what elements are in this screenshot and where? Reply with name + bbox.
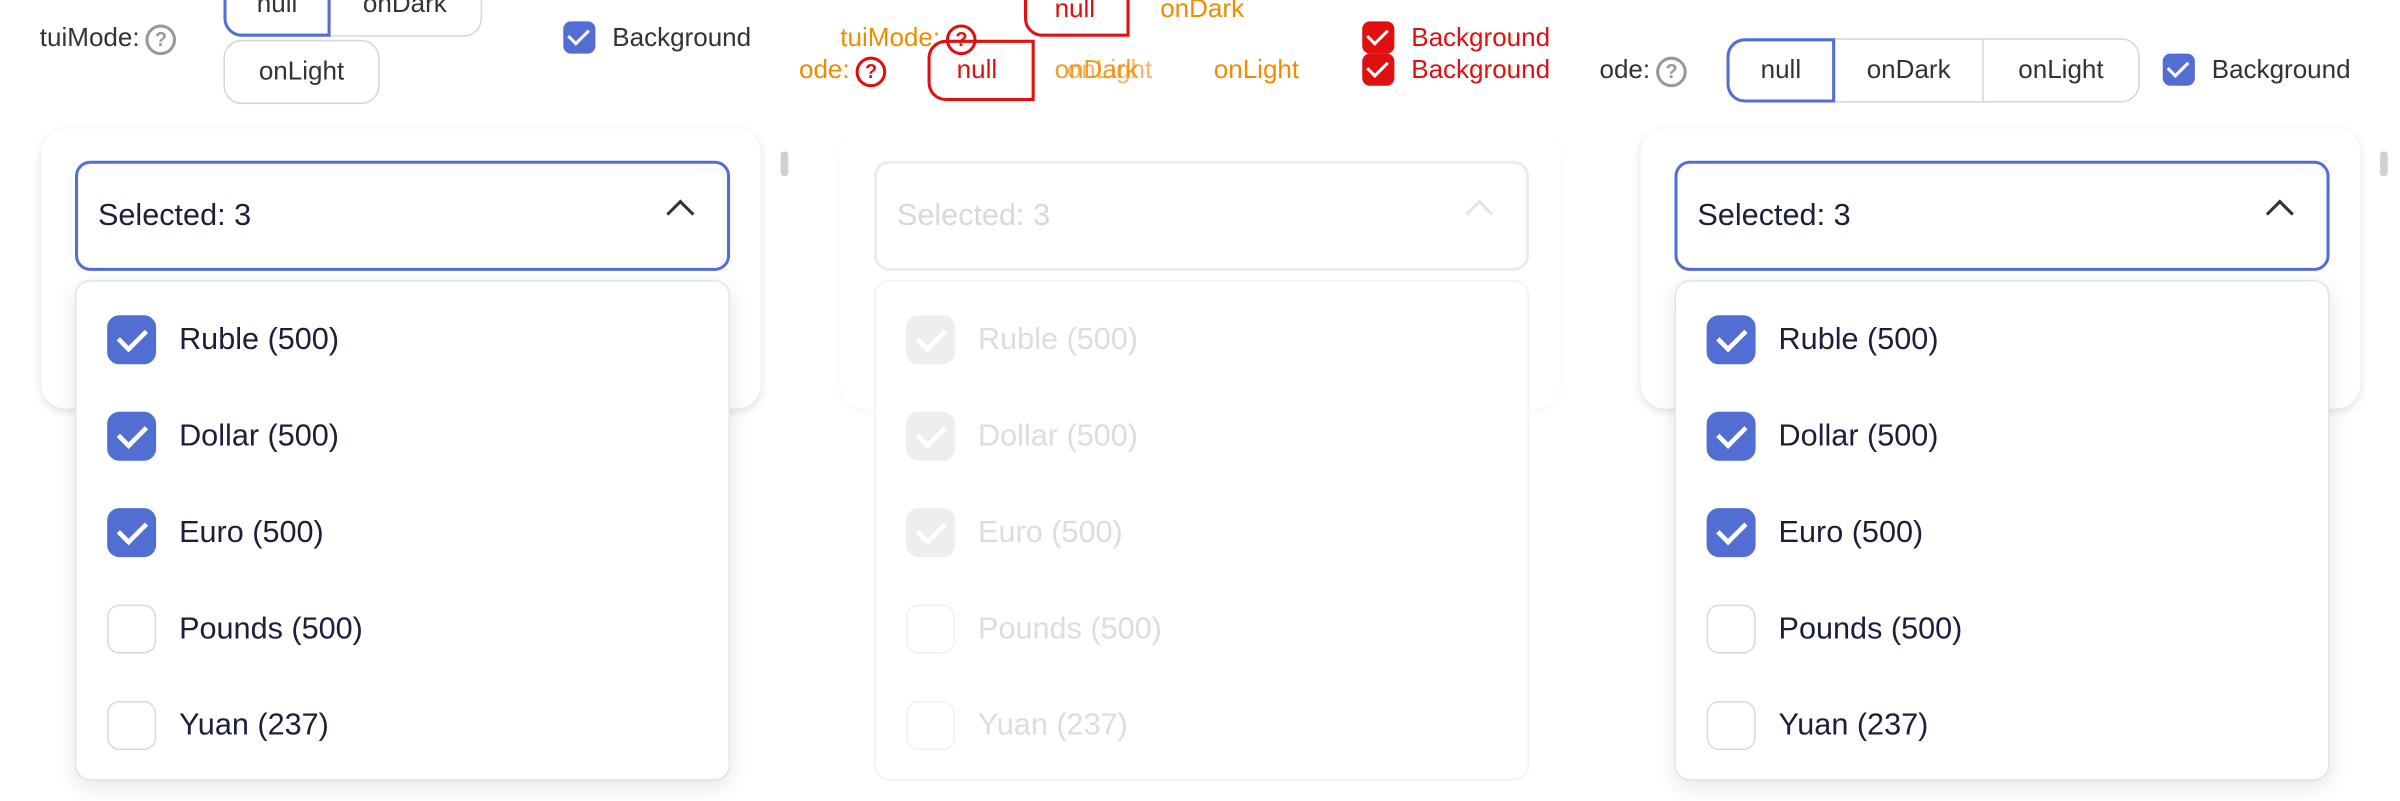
scrollbar-thumb-right[interactable] [2380, 151, 2388, 177]
mode-option-onlight[interactable]: onLight [223, 39, 380, 105]
mode-label-text: tuiMode: [39, 22, 140, 53]
option-euro[interactable]: Euro (500) [1706, 502, 1924, 563]
overlay-background-label: Background [1411, 22, 1551, 53]
overlay-ondark-text: onDark [1160, 0, 1245, 23]
option-yuan[interactable]: Yuan (237) [906, 695, 1128, 756]
mode-option-onlight-right[interactable]: onLight [1982, 38, 2140, 103]
overlay-onlight-text[interactable]: onLight [1214, 55, 1299, 86]
option-label: Dollar (500) [978, 418, 1138, 453]
checkbox-checked-icon[interactable] [107, 315, 157, 365]
multi-select-middle[interactable]: Selected: 3 [873, 160, 1530, 271]
option-label: Euro (500) [1778, 515, 1924, 549]
option-euro[interactable]: Euro (500) [906, 502, 1123, 563]
option-label: Yuan (237) [179, 707, 329, 742]
option-label: Yuan (237) [1778, 707, 1929, 742]
help-icon[interactable]: ? [1656, 55, 1687, 87]
option-pounds[interactable]: Pounds (500) [107, 598, 363, 659]
mode-label-right-text: ode: [1599, 55, 1651, 85]
select-value: Selected: 3 [1697, 198, 1851, 232]
overlay-background-checkbox-2[interactable] [1362, 53, 1395, 86]
option-yuan[interactable]: Yuan (237) [107, 695, 329, 756]
help-icon[interactable]: ? [145, 23, 177, 55]
checkbox-unchecked-icon[interactable] [1706, 604, 1756, 654]
scene: tuiMode:? null onDark onLight Background… [0, 0, 2400, 801]
overlay-mode-label-text: tuiMode: [840, 22, 941, 53]
option-label: Ruble (500) [978, 322, 1139, 356]
overlay-mode-label-2-text: ode: [798, 55, 850, 85]
option-label: Euro (500) [978, 515, 1123, 549]
select-value: Selected: 3 [896, 198, 1051, 232]
checkbox-checked-icon[interactable] [1706, 315, 1756, 365]
option-label: Ruble (500) [1778, 322, 1939, 356]
background-label-right: Background [2211, 55, 2351, 85]
option-yuan[interactable]: Yuan (237) [1706, 695, 1929, 756]
checkbox-checked-icon[interactable] [107, 508, 157, 558]
checkbox-unchecked-icon[interactable] [107, 604, 157, 654]
overlay-null-text-2[interactable]: null [957, 55, 998, 86]
mode-label-right: ode:? [1599, 55, 1687, 87]
overlay-null-text: null [1054, 0, 1096, 23]
option-euro[interactable]: Euro (500) [107, 502, 324, 563]
dropdown-right: Ruble (500) Dollar (500) Euro (500) Poun… [1674, 280, 2330, 781]
dropdown-left: Ruble (500) Dollar (500) Euro (500) Poun… [74, 280, 731, 781]
dropdown-middle: Ruble (500) Dollar (500) Euro (500) Poun… [873, 280, 1530, 781]
select-value: Selected: 3 [97, 198, 252, 232]
checkbox-unchecked-icon[interactable] [107, 701, 157, 750]
option-label: Ruble (500) [179, 322, 340, 356]
option-label: Yuan (237) [978, 707, 1128, 742]
option-label: Pounds (500) [179, 611, 363, 646]
option-label: Dollar (500) [179, 418, 340, 453]
mode-option-null[interactable]: null [223, 0, 331, 37]
checkbox-checked-icon[interactable] [906, 315, 956, 365]
mode-label: tuiMode:? [39, 22, 177, 55]
option-dollar[interactable]: Dollar (500) [906, 406, 1138, 467]
option-dollar[interactable]: Dollar (500) [107, 406, 339, 467]
checkbox-unchecked-icon[interactable] [906, 701, 956, 750]
scrollbar-thumb-left[interactable] [780, 151, 789, 177]
option-label: Euro (500) [179, 515, 324, 549]
option-label: Pounds (500) [978, 611, 1162, 646]
background-checkbox-right[interactable] [2162, 53, 2195, 86]
option-label: Pounds (500) [1778, 611, 1963, 646]
option-ruble[interactable]: Ruble (500) [906, 309, 1138, 370]
checkbox-checked-icon[interactable] [906, 411, 956, 461]
chevron-up-icon [2265, 199, 2294, 228]
chevron-up-icon [1465, 199, 1494, 228]
overlay-background-checkbox[interactable] [1362, 21, 1395, 54]
checkbox-checked-icon[interactable] [107, 411, 157, 461]
mode-option-ondark[interactable]: onDark [327, 0, 483, 37]
background-label: Background [612, 22, 752, 53]
mode-option-null-right[interactable]: null [1726, 38, 1836, 103]
checkbox-unchecked-icon[interactable] [906, 604, 956, 654]
checkbox-checked-icon[interactable] [1706, 411, 1756, 461]
mode-option-ondark-right[interactable]: onDark [1832, 38, 1986, 103]
multi-select-left[interactable]: Selected: 3 [74, 160, 731, 271]
checkbox-checked-icon[interactable] [1706, 508, 1756, 558]
checkbox-unchecked-icon[interactable] [1706, 701, 1756, 750]
option-ruble[interactable]: Ruble (500) [107, 309, 339, 370]
help-icon[interactable]: ? [855, 55, 887, 87]
overlay-mode-label-2: ode:? [798, 55, 887, 87]
option-pounds[interactable]: Pounds (500) [906, 598, 1162, 659]
chevron-up-icon [666, 199, 695, 228]
checkbox-checked-icon[interactable] [906, 508, 956, 558]
multi-select-right[interactable]: Selected: 3 [1674, 160, 2330, 271]
overlay-onlight-ghost-text: onLight [1066, 55, 1153, 85]
overlay-background-label-2: Background [1411, 55, 1551, 85]
option-ruble[interactable]: Ruble (500) [1706, 309, 1939, 370]
option-dollar[interactable]: Dollar (500) [1706, 406, 1939, 467]
background-checkbox[interactable] [563, 21, 596, 54]
option-pounds[interactable]: Pounds (500) [1706, 598, 1963, 659]
option-label: Dollar (500) [1778, 418, 1939, 453]
